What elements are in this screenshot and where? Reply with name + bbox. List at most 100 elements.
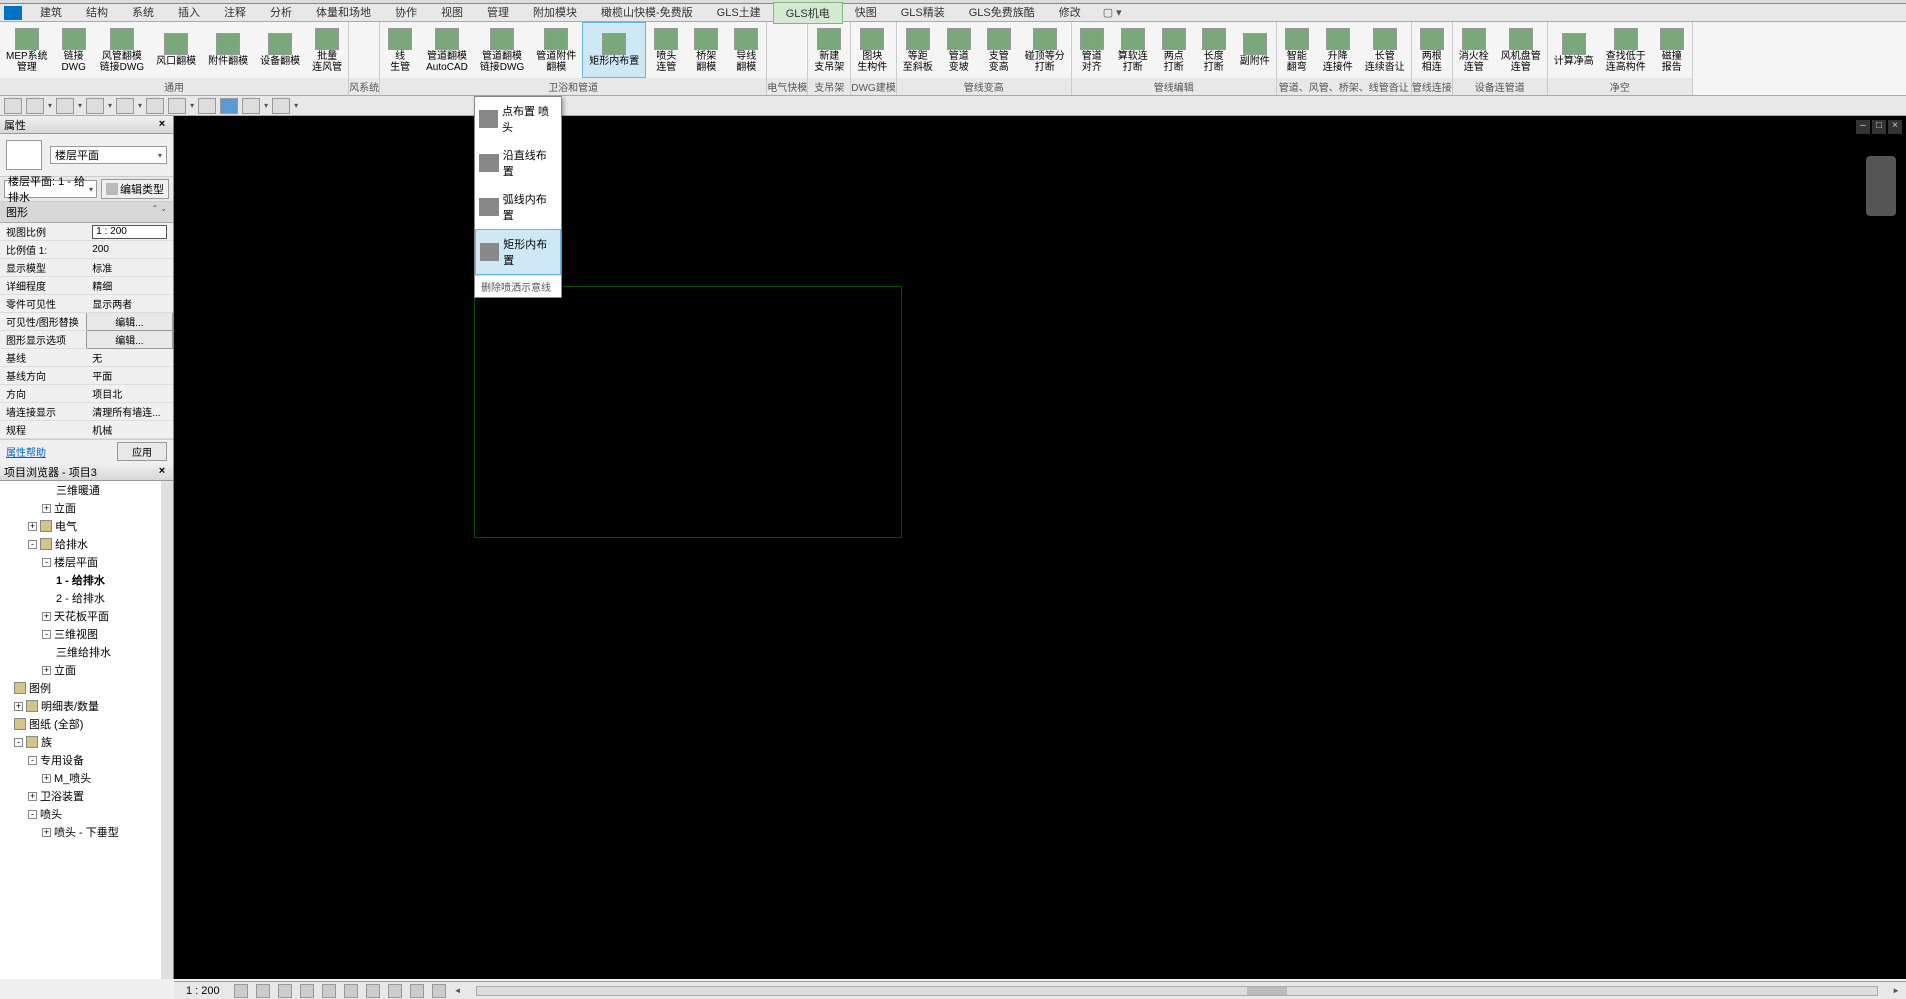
properties-help-link[interactable]: 属性帮助 bbox=[6, 444, 46, 459]
menu-item-1[interactable]: 结构 bbox=[74, 2, 120, 24]
tree-toggle-icon[interactable]: + bbox=[14, 702, 23, 711]
browser-item[interactable]: 1 - 给排水 bbox=[0, 571, 161, 589]
ribbon-button[interactable]: 支管变高 bbox=[979, 22, 1019, 78]
browser-item[interactable]: 图纸 (全部) bbox=[0, 715, 161, 733]
menu-item-16[interactable]: GLS免费族酷 bbox=[957, 2, 1047, 24]
menu-item-0[interactable]: 建筑 bbox=[28, 2, 74, 24]
ribbon-button[interactable]: 副附件 bbox=[1234, 22, 1276, 78]
menu-item-10[interactable]: 附加模块 bbox=[521, 2, 589, 24]
ribbon-button[interactable]: 喷头连管 bbox=[646, 22, 686, 78]
ribbon-button[interactable]: 管道变坡 bbox=[939, 22, 979, 78]
prop-value[interactable]: 清理所有墙连... bbox=[86, 403, 172, 421]
browser-item[interactable]: -族 bbox=[0, 733, 161, 751]
status-icon[interactable] bbox=[366, 984, 380, 998]
ribbon-button[interactable]: 风口翻模 bbox=[150, 22, 202, 78]
qa-redo-icon[interactable] bbox=[86, 98, 104, 114]
menu-item-9[interactable]: 管理 bbox=[475, 2, 521, 24]
tree-toggle-icon[interactable]: + bbox=[42, 612, 51, 621]
ribbon-button[interactable]: 附件翻模 bbox=[202, 22, 254, 78]
tree-toggle-icon[interactable]: + bbox=[28, 792, 37, 801]
qa-btn[interactable] bbox=[242, 98, 260, 114]
dropdown-item[interactable]: 矩形内布置 bbox=[475, 229, 561, 275]
menu-item-15[interactable]: GLS精装 bbox=[889, 2, 957, 24]
browser-item[interactable]: +喷头 - 下垂型 bbox=[0, 823, 161, 841]
drawing-viewport[interactable]: – □ × bbox=[174, 116, 1906, 979]
browser-item[interactable]: +卫浴装置 bbox=[0, 787, 161, 805]
prop-value[interactable]: 无 bbox=[86, 349, 172, 367]
ribbon-button[interactable]: MEP系统管理 bbox=[0, 22, 54, 78]
properties-close-icon[interactable]: × bbox=[155, 118, 169, 132]
browser-item[interactable]: -专用设备 bbox=[0, 751, 161, 769]
ribbon-button[interactable]: 链接DWG bbox=[54, 22, 94, 78]
qa-btn-active[interactable] bbox=[220, 98, 238, 114]
prop-value[interactable]: 编辑... bbox=[86, 313, 172, 331]
tree-toggle-icon[interactable]: - bbox=[28, 540, 37, 549]
ribbon-button[interactable]: 风管翻模链接DWG bbox=[94, 22, 150, 78]
ribbon-button[interactable]: 桥架翻模 bbox=[686, 22, 726, 78]
tree-toggle-icon[interactable]: - bbox=[28, 756, 37, 765]
ribbon-button[interactable]: 升降连接件 bbox=[1317, 22, 1359, 78]
browser-item[interactable]: -给排水 bbox=[0, 535, 161, 553]
qa-btn[interactable] bbox=[116, 98, 134, 114]
ribbon-button[interactable]: 线生管 bbox=[380, 22, 420, 78]
menu-item-17[interactable]: 修改 bbox=[1047, 2, 1093, 24]
ribbon-button[interactable]: 图块生构件 bbox=[851, 22, 893, 78]
prop-value[interactable]: 标准 bbox=[86, 259, 172, 277]
menu-item-3[interactable]: 插入 bbox=[166, 2, 212, 24]
dropdown-item[interactable]: 弧线内布置 bbox=[475, 185, 561, 229]
dropdown-item[interactable]: 沿直线布置 bbox=[475, 141, 561, 185]
ribbon-button[interactable]: 计算净高 bbox=[1548, 22, 1600, 78]
qa-btn[interactable] bbox=[272, 98, 290, 114]
menu-extra[interactable]: ▢ ▾ bbox=[1093, 4, 1132, 21]
ribbon-button[interactable]: 管道对齐 bbox=[1072, 22, 1112, 78]
browser-item[interactable]: -三维视图 bbox=[0, 625, 161, 643]
browser-item[interactable]: +天花板平面 bbox=[0, 607, 161, 625]
menu-item-4[interactable]: 注释 bbox=[212, 2, 258, 24]
ribbon-button[interactable]: 长度打断 bbox=[1194, 22, 1234, 78]
app-icon[interactable] bbox=[4, 6, 22, 20]
menu-item-8[interactable]: 视图 bbox=[429, 2, 475, 24]
menu-item-11[interactable]: 橄榄山快模-免费版 bbox=[589, 2, 705, 24]
instance-dropdown[interactable]: 楼层平面: 1 - 给排水 ▾ bbox=[4, 180, 97, 198]
ribbon-button[interactable]: 矩形内布置 bbox=[582, 22, 646, 78]
status-icon[interactable] bbox=[388, 984, 402, 998]
tree-toggle-icon[interactable]: + bbox=[28, 522, 37, 531]
qa-btn[interactable] bbox=[168, 98, 186, 114]
ribbon-button[interactable]: 管道翻模AutoCAD bbox=[420, 22, 474, 78]
viewport-minimize-icon[interactable]: – bbox=[1856, 120, 1870, 134]
browser-scrollbar[interactable] bbox=[161, 481, 173, 979]
prop-value[interactable]: 平面 bbox=[86, 367, 172, 385]
status-icon[interactable] bbox=[344, 984, 358, 998]
qa-save-icon[interactable] bbox=[26, 98, 44, 114]
ribbon-button[interactable]: 磁撞报告 bbox=[1652, 22, 1692, 78]
menu-item-12[interactable]: GLS土建 bbox=[705, 2, 773, 24]
dropdown-footer[interactable]: 删除喷洒示意线 bbox=[475, 275, 561, 297]
prop-value[interactable]: 机械 bbox=[86, 421, 172, 439]
ribbon-button[interactable]: 算软连打断 bbox=[1112, 22, 1154, 78]
ribbon-button[interactable]: 消火栓连管 bbox=[1453, 22, 1495, 78]
ribbon-button[interactable]: 新建支吊架 bbox=[808, 22, 850, 78]
status-icon[interactable] bbox=[256, 984, 270, 998]
ribbon-button[interactable]: 设备翻模 bbox=[254, 22, 306, 78]
type-selector[interactable]: 楼层平面 ▾ bbox=[0, 134, 173, 177]
edit-type-button[interactable]: 编辑类型 bbox=[101, 179, 169, 199]
qa-open-icon[interactable] bbox=[4, 98, 22, 114]
browser-item[interactable]: -楼层平面 bbox=[0, 553, 161, 571]
ribbon-button[interactable]: 导线翻模 bbox=[726, 22, 766, 78]
ribbon-button[interactable]: 风机盘管连管 bbox=[1495, 22, 1547, 78]
tree-toggle-icon[interactable]: + bbox=[42, 666, 51, 675]
menu-item-5[interactable]: 分析 bbox=[258, 2, 304, 24]
prop-value[interactable] bbox=[86, 223, 172, 241]
qa-btn[interactable] bbox=[146, 98, 164, 114]
tree-toggle-icon[interactable]: - bbox=[14, 738, 23, 747]
type-dropdown[interactable]: 楼层平面 ▾ bbox=[50, 146, 167, 164]
ribbon-button[interactable]: 智能翻弯 bbox=[1277, 22, 1317, 78]
prop-value[interactable]: 精细 bbox=[86, 277, 172, 295]
ribbon-button[interactable]: 管道附件翻模 bbox=[530, 22, 582, 78]
browser-item[interactable]: +明细表/数量 bbox=[0, 697, 161, 715]
browser-item[interactable]: 图例 bbox=[0, 679, 161, 697]
prop-value[interactable]: 200 bbox=[86, 241, 172, 259]
qa-btn[interactable] bbox=[198, 98, 216, 114]
status-scale[interactable]: 1 : 200 bbox=[180, 985, 226, 997]
browser-item[interactable]: 2 - 给排水 bbox=[0, 589, 161, 607]
